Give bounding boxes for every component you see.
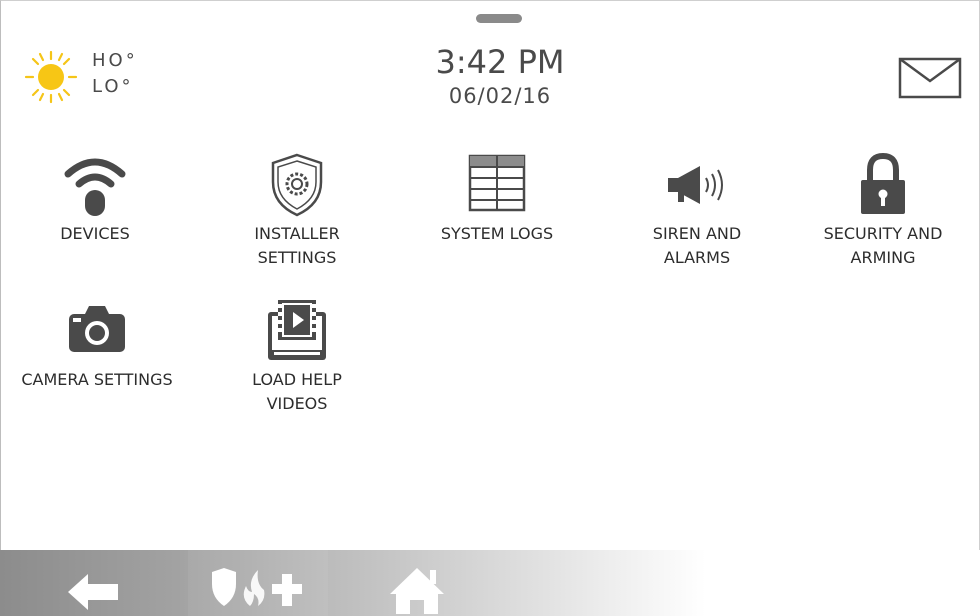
messages-button[interactable] [898,57,962,99]
camera-icon [69,306,125,352]
current-date: 06/02/16 [448,84,552,108]
fire-icon [243,570,265,606]
medical-cross-icon [272,574,302,606]
low-temperature: LO° [92,76,134,97]
home-button[interactable] [372,550,462,616]
tile-label: CAMERA SETTINGS [21,370,173,389]
tile-label: INSTALLER SETTINGS [254,224,340,267]
table-log-icon [468,154,526,212]
sun-icon [24,50,78,104]
padlock-icon [861,152,905,214]
emergency-button[interactable] [188,550,328,616]
megaphone-icon [668,166,723,204]
tile-label: DEVICES [60,224,130,243]
tile-label: SIREN AND ALARMS [652,224,742,267]
home-icon [390,568,444,614]
bottom-nav-bar [0,550,980,616]
back-button[interactable] [40,550,150,616]
shield-icon [212,568,236,606]
wifi-remote-icon [64,158,126,216]
weather-widget[interactable]: HO° LO° [24,50,184,106]
tile-label: SYSTEM LOGS [440,224,554,243]
back-arrow-icon [68,574,118,610]
high-temperature: HO° [92,50,138,71]
shield-gear-icon [271,153,323,217]
clock: 3:42 PM 06/02/16 [390,42,610,110]
tile-label: SECURITY AND ARMING [823,224,943,267]
pulldown-handle[interactable] [476,14,522,23]
current-time: 3:42 PM [435,43,565,81]
envelope-icon [898,57,962,99]
video-tablet-icon [268,300,326,360]
tile-label: LOAD HELP VIDEOS [252,370,342,413]
